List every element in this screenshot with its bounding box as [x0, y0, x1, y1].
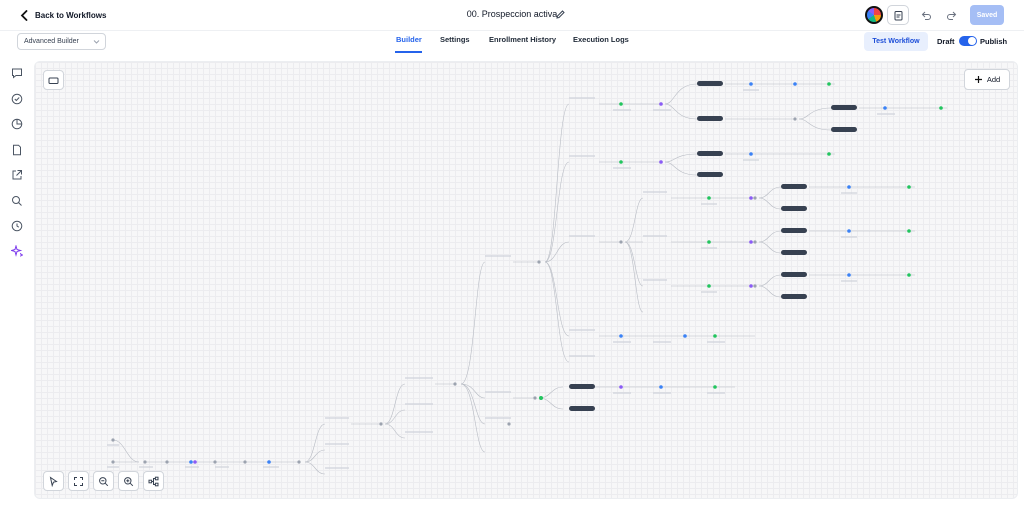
active-tab-indicator: [395, 51, 422, 53]
check-rail-button[interactable]: [11, 92, 23, 105]
external-link-icon: [12, 170, 22, 180]
sparkle-icon: [9, 244, 25, 257]
tab-enrollment-history[interactable]: Enrollment History: [489, 35, 556, 44]
sub-bar: Advanced Builder Builder Settings Enroll…: [0, 31, 1024, 54]
document-rail-button[interactable]: [11, 143, 23, 156]
chevron-down-icon: [93, 40, 100, 44]
ai-rail-button[interactable]: [9, 244, 25, 257]
avatar[interactable]: [865, 6, 883, 24]
tab-settings[interactable]: Settings: [440, 35, 470, 44]
zoom-out-icon: [99, 476, 109, 486]
add-button[interactable]: Add: [964, 69, 1010, 90]
top-bar: Back to Workflows 00. Prospeccion activa…: [0, 0, 1024, 31]
canvas-controls: [43, 471, 164, 491]
auto-layout-icon: [148, 476, 159, 486]
fit-view-icon: [74, 476, 83, 486]
redo-icon: [946, 11, 956, 20]
left-rail: [0, 54, 34, 505]
back-to-workflows-link[interactable]: Back to Workflows: [20, 8, 106, 23]
undo-icon: [921, 11, 931, 20]
saved-button[interactable]: Saved: [970, 5, 1004, 25]
chevron-left-icon: [20, 10, 28, 21]
note-toggle-button[interactable]: [43, 70, 64, 90]
select-pointer-icon: [49, 475, 58, 487]
search-rail-button[interactable]: [11, 194, 23, 206]
zoom-out-button[interactable]: [93, 471, 114, 491]
history-icon: [11, 220, 23, 232]
select-tool-button[interactable]: [43, 471, 64, 491]
check-circle-icon: [11, 93, 23, 105]
export-rail-button[interactable]: [11, 168, 23, 180]
redo-button[interactable]: [940, 5, 962, 25]
tab-builder[interactable]: Builder: [396, 35, 422, 44]
auto-layout-button[interactable]: [143, 471, 164, 491]
document-icon: [13, 144, 21, 156]
keyboard-icon: [48, 77, 59, 84]
clipboard-button[interactable]: [887, 5, 909, 25]
zoom-in-button[interactable]: [118, 471, 139, 491]
search-icon: [12, 196, 22, 206]
add-label: Add: [986, 75, 1001, 84]
node-group: [107, 81, 943, 469]
draft-label: Draft: [937, 37, 955, 46]
tab-execution-logs[interactable]: Execution Logs: [573, 35, 629, 44]
fit-view-button[interactable]: [68, 471, 89, 491]
builder-mode-select[interactable]: Advanced Builder: [17, 33, 106, 50]
plus-icon: [974, 76, 982, 83]
history-rail-button[interactable]: [11, 219, 23, 232]
comment-icon: [12, 68, 22, 79]
test-workflow-button[interactable]: Test Workflow: [864, 32, 928, 51]
workflow-graph: [107, 81, 947, 475]
publish-toggle[interactable]: [959, 36, 977, 46]
builder-mode-value: Advanced Builder: [24, 38, 79, 45]
stats-rail-button[interactable]: [11, 117, 23, 130]
zoom-in-icon: [124, 476, 134, 486]
comment-rail-button[interactable]: [11, 66, 23, 79]
clipboard-icon: [894, 10, 902, 20]
back-label: Back to Workflows: [35, 11, 107, 20]
undo-button[interactable]: [915, 5, 937, 25]
publish-label: Publish: [980, 37, 1008, 46]
pie-chart-icon: [11, 118, 23, 130]
pencil-icon[interactable]: [555, 9, 565, 20]
workflow-title[interactable]: 00. Prospeccion activa: [467, 9, 558, 19]
workflow-canvas[interactable]: Add: [34, 61, 1018, 499]
